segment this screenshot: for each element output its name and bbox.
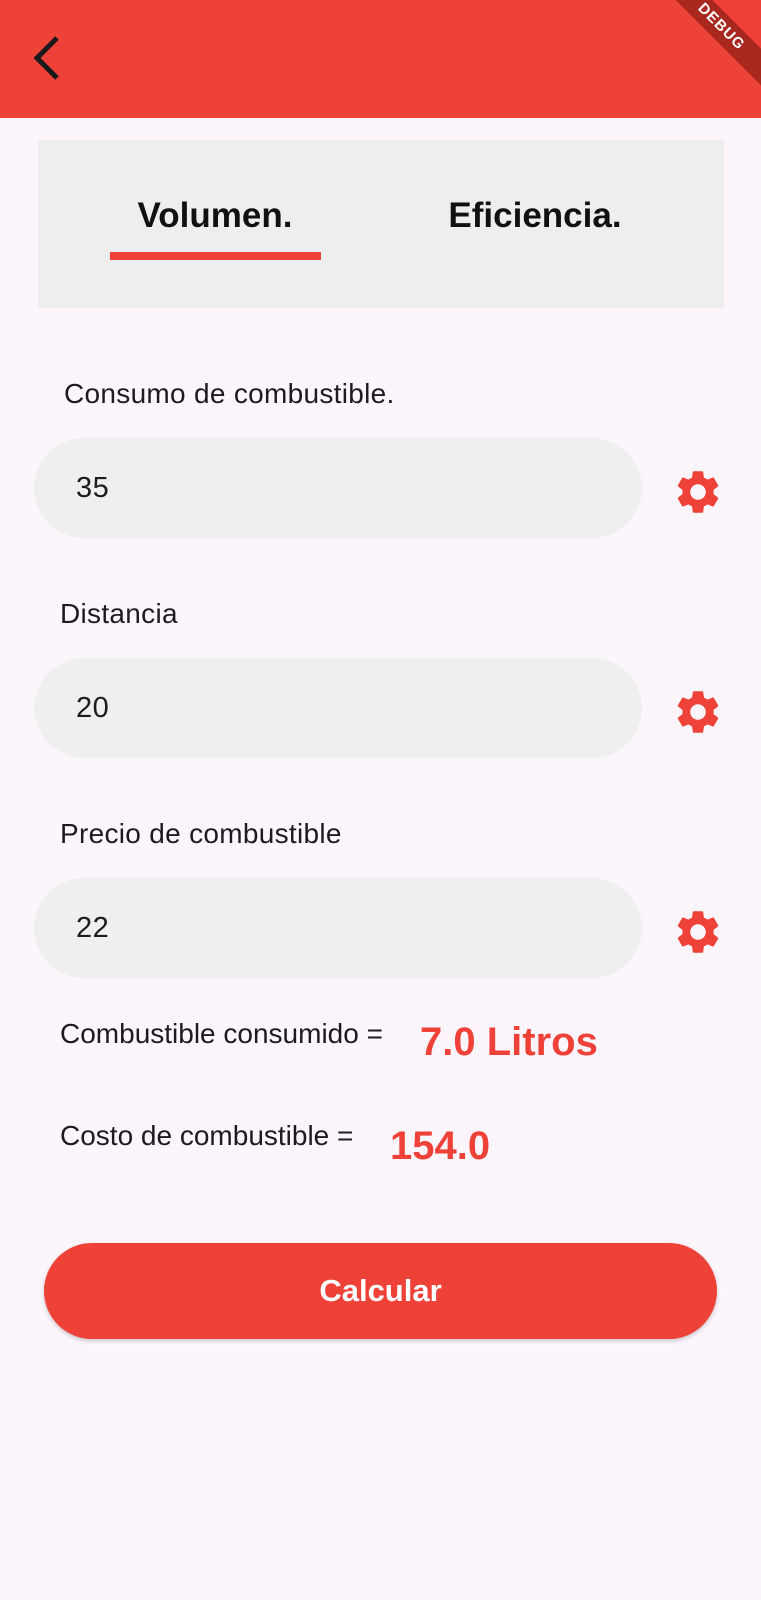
chevron-left-icon [33, 36, 59, 80]
precio-input[interactable] [34, 878, 642, 978]
combustible-consumido-label: Combustible consumido = [60, 1018, 383, 1049]
tab-bar: Volumen. Eficiencia. [38, 140, 724, 308]
tab-eficiencia[interactable]: Eficiencia. [430, 196, 640, 246]
costo-combustible-value: 154.0 [390, 1124, 491, 1168]
consumo-label: Consumo de combustible. [64, 378, 395, 409]
tab-volumen[interactable]: Volumen. [110, 196, 320, 246]
tab-indicator [110, 252, 321, 260]
back-button[interactable] [14, 25, 80, 91]
precio-label: Precio de combustible [60, 818, 342, 849]
gear-icon[interactable] [672, 906, 724, 958]
gear-icon[interactable] [672, 466, 724, 518]
consumo-input[interactable] [34, 438, 642, 538]
app-bar: DEBUG [0, 0, 761, 118]
calcular-button[interactable]: Calcular [44, 1243, 717, 1339]
distancia-label: Distancia [60, 598, 178, 629]
debug-banner: DEBUG [655, 0, 761, 93]
gear-icon[interactable] [672, 686, 724, 738]
costo-combustible-label: Costo de combustible = [60, 1120, 354, 1151]
distancia-input[interactable] [34, 658, 642, 758]
combustible-consumido-value: 7.0 Litros [420, 1020, 598, 1064]
